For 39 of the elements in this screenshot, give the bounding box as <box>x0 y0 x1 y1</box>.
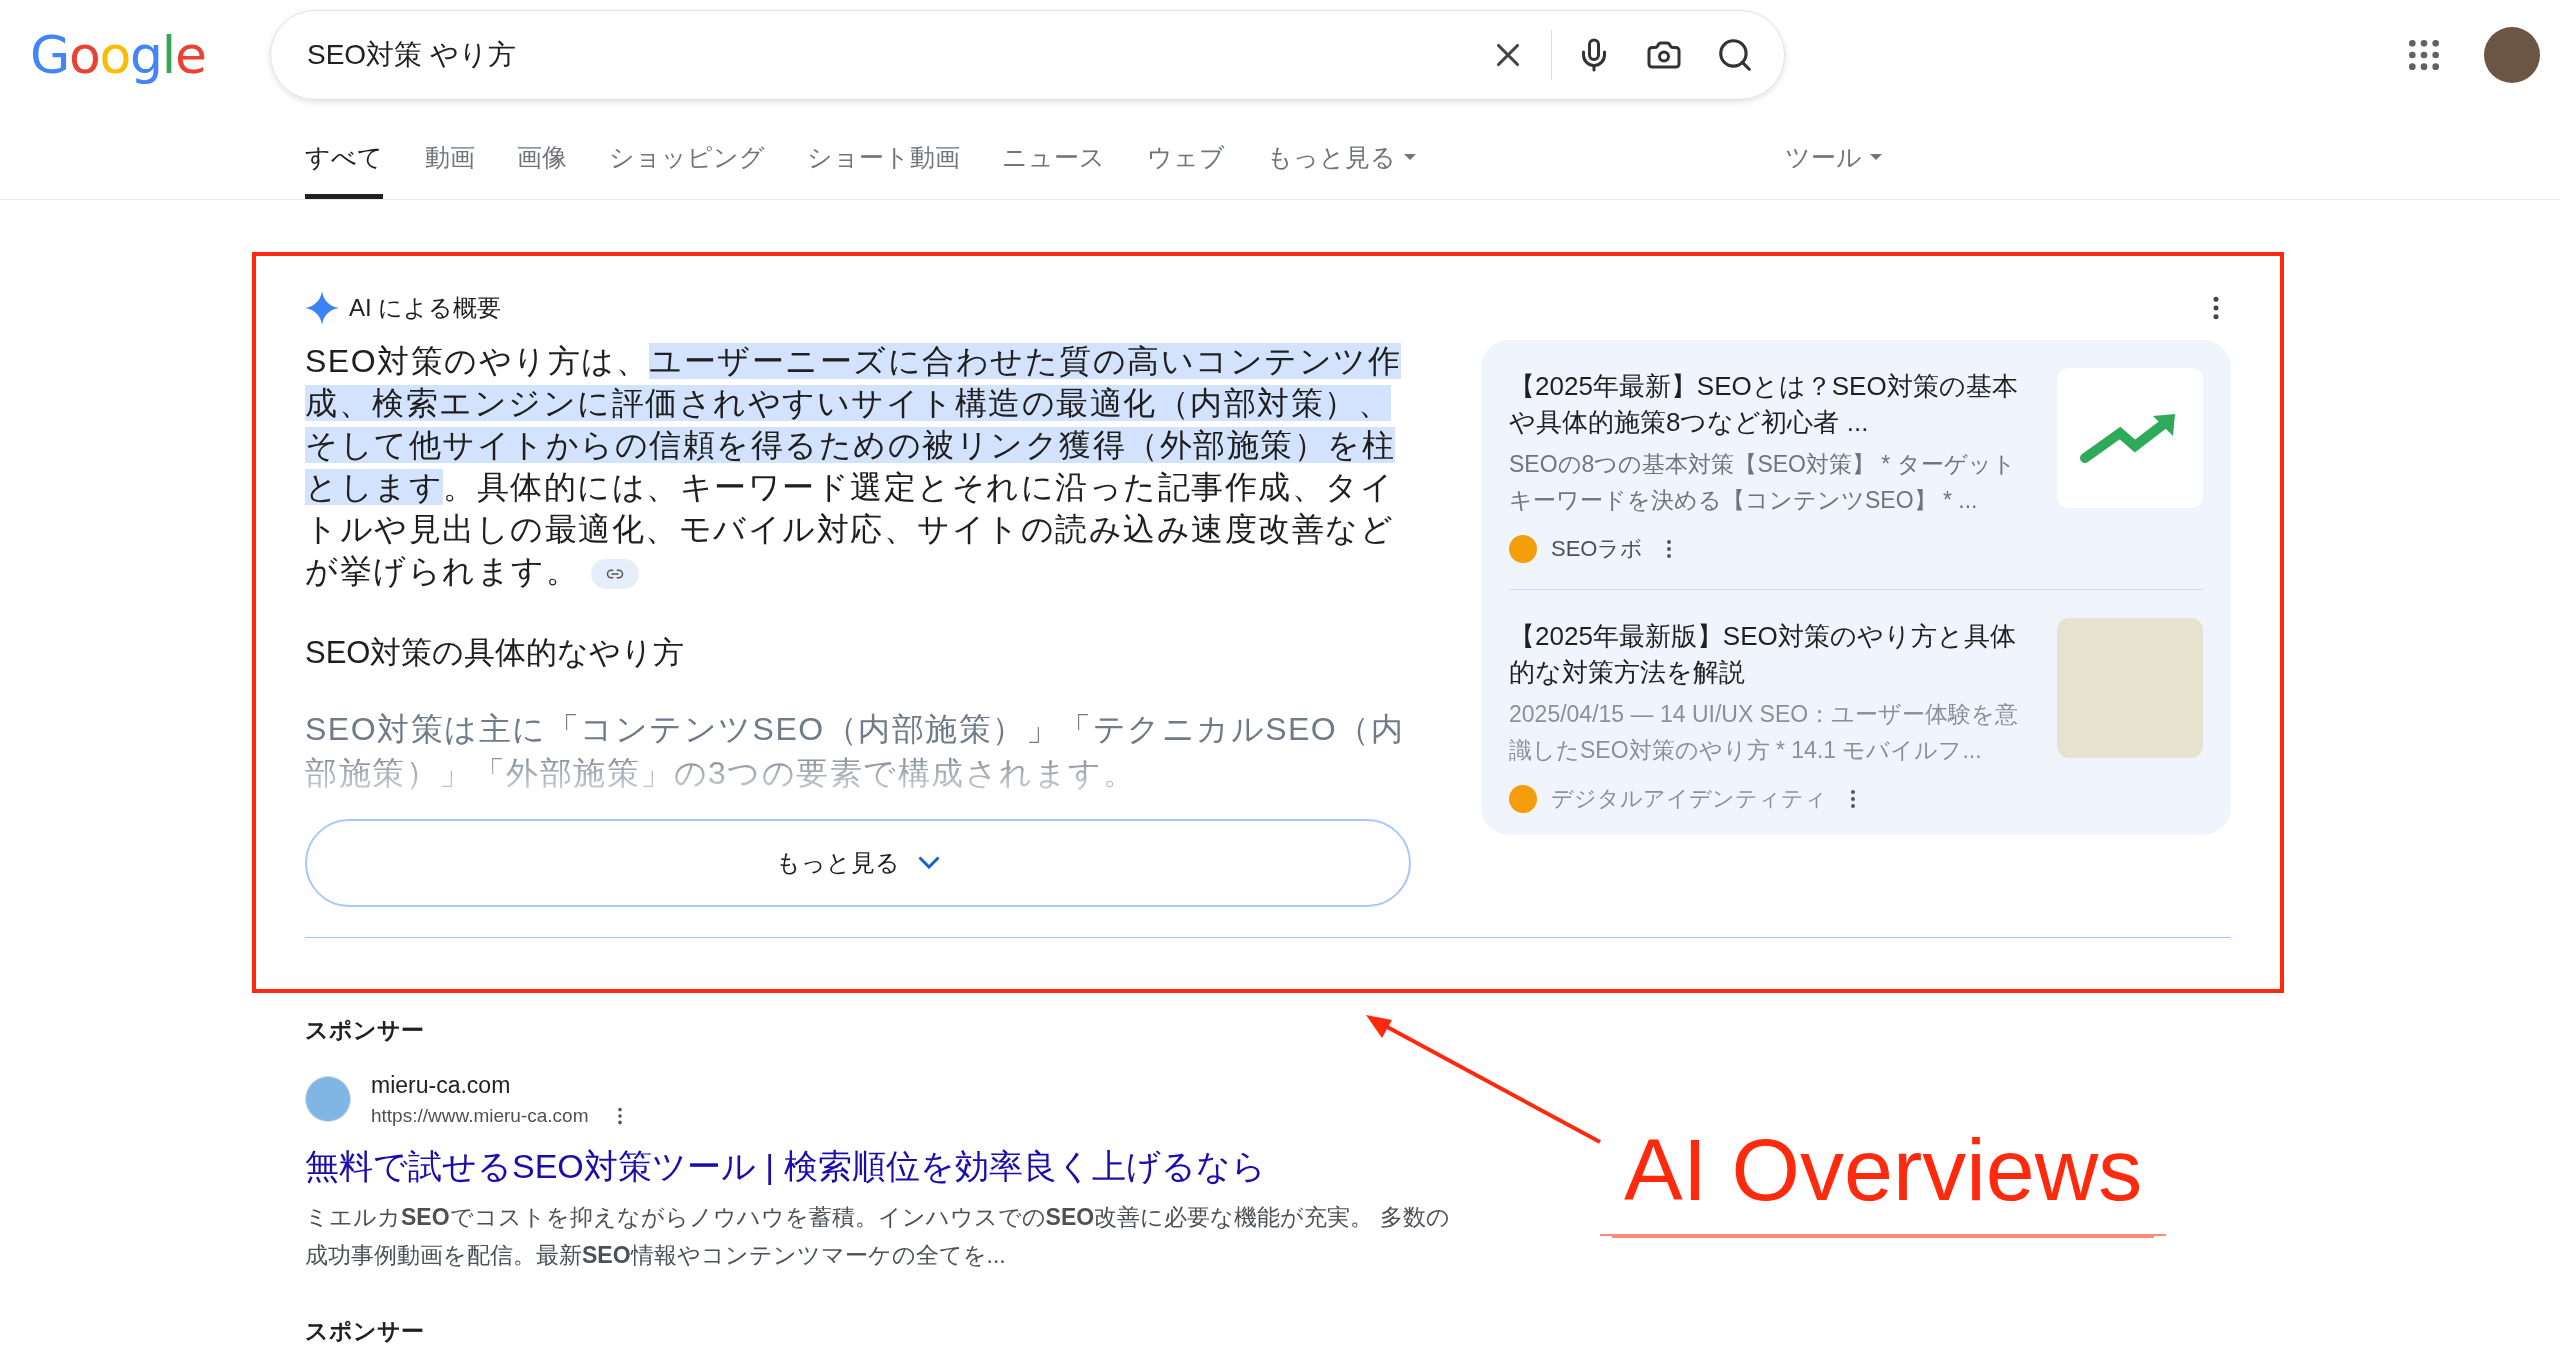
sparkle-icon <box>305 291 339 325</box>
ai-overview-title: AI による概要 <box>349 293 502 323</box>
site-favicon <box>305 1076 351 1122</box>
search-tab[interactable]: ショッピング <box>609 138 765 199</box>
annotation-label: AI Overviews <box>1600 1120 2167 1236</box>
source-site-name: デジタルアイデンティティ <box>1551 785 1827 813</box>
site-favicon <box>1509 784 1537 813</box>
chevron-down-icon <box>918 856 940 869</box>
search-input[interactable]: SEO対策 やり方 <box>307 34 1489 76</box>
search-tab[interactable]: すべて <box>305 138 383 199</box>
faded-paragraph: SEO対策は主に「コンテンツSEO（内部施策）」「テクニカルSEO（内部施策）」「外部施策」の3つの要素で構成されます。 <box>305 709 1406 793</box>
show-more-button[interactable]: もっと見る <box>305 818 1411 907</box>
search-tab[interactable]: 動画 <box>425 138 475 199</box>
search-tab[interactable]: ウェブ <box>1147 138 1225 199</box>
search-tab[interactable]: もっと見る <box>1267 138 1416 199</box>
site-favicon <box>1509 534 1537 563</box>
sponsored-label: スポンサー <box>305 1316 425 1346</box>
avatar[interactable] <box>2484 27 2540 83</box>
ai-summary-paragraph: SEO対策のやり方は、ユーザーニーズに合わせた質の高いコンテンツ作成、検索エンジンに評価されやすいサイト構造の最適化（内部対策）、そして他サイトからの信頼を得るための被リンク獲得（外部施策）を柱とします。具体的には、キーワード選定とそれに沿った記事作成、タイトルや見出しの最適化、モバイル対応、サイトの読み込み速度改善などが挙げられます。 <box>305 342 1403 591</box>
search-icon[interactable] <box>1716 36 1754 74</box>
citation-link[interactable] <box>591 558 639 589</box>
sponsored-label: スポンサー <box>305 1016 425 1045</box>
ad-site-name: mieru-ca.com <box>371 1070 512 1100</box>
dropdown-caret-icon <box>1404 154 1416 161</box>
search-tab[interactable]: ニュース <box>1002 138 1105 199</box>
ad-title-link[interactable]: 無料で試せるSEO対策ツール | 検索順位を効率良く上げるなら <box>305 1140 1455 1192</box>
source-snippet: 2025/04/15 — 14 UI/UX SEO：ユーザー体験を意識したSEO対策のやり方 * 14.1 モバイルフ... <box>1509 700 2020 765</box>
source-title[interactable]: 【2025年最新】SEOとは？SEO対策の基本や具体的施策8つなど初心者 ... <box>1509 368 2027 440</box>
source-site-name: SEOラボ <box>1551 535 1644 563</box>
ai-section-heading: SEO対策の具体的なやり方 <box>305 634 686 672</box>
source-title[interactable]: 【2025年最新版】SEO対策のやり方と具体的な対策方法を解説 <box>1509 618 2027 690</box>
logo[interactable]: Google <box>30 16 270 94</box>
ad-url: https://www.mieru-ca.com <box>371 1104 589 1128</box>
dropdown-caret-icon <box>1870 154 1882 161</box>
search-tab[interactable]: 画像 <box>517 138 567 199</box>
tools-button[interactable]: ツール <box>1785 138 1882 199</box>
search-tab[interactable]: ショート動画 <box>807 138 960 199</box>
source-snippet: SEOの8つの基本対策【SEO対策】 * ターゲットキーワードを決める【コンテンツSEO】 * ... <box>1509 450 2017 515</box>
ad-description: ミエルカSEOでコストを抑えながらノウハウを蓄積。インハウスでのSEO改善に必要な機能が充実。 多数の成功事例動画を配信。最新SEO情報やコンテンツマーケの全てを... <box>305 1202 1451 1270</box>
